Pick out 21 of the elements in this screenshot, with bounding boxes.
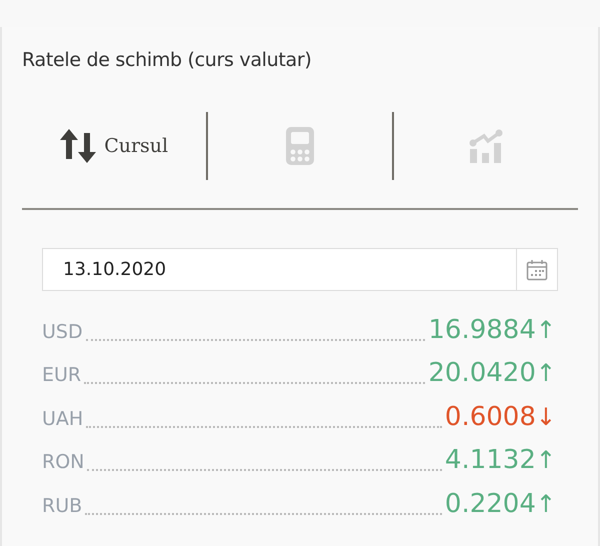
trend-arrow: ↓ xyxy=(536,402,556,432)
rate-value: 4.1132 xyxy=(444,445,536,477)
currency-code: UAH xyxy=(42,408,84,432)
rate-value: 20.0420 xyxy=(428,358,536,390)
rates-tab[interactable]: Cursul xyxy=(22,126,206,166)
calculator-icon xyxy=(286,127,314,165)
up-down-arrows-icon xyxy=(60,129,96,163)
currency-code: EUR xyxy=(42,364,82,388)
currency-code: RUB xyxy=(42,494,82,518)
trend-arrow: ↑ xyxy=(536,488,556,520)
trend-arrow: ↑ xyxy=(536,314,556,346)
rate-value: 0.2204 xyxy=(444,488,536,520)
rate-value: 0.6008 xyxy=(444,402,536,434)
trend-arrow: ↑ xyxy=(536,445,556,476)
currency-code: RON xyxy=(42,451,84,475)
rate-value: 16.9884 xyxy=(428,314,536,346)
currency-code: USD xyxy=(42,320,83,344)
calendar-icon[interactable] xyxy=(526,258,548,280)
panel-title: Ratele de schimb (curs valutar) xyxy=(22,48,313,71)
bar-chart-icon xyxy=(468,129,503,163)
trend-arrow: ↑ xyxy=(536,358,556,389)
